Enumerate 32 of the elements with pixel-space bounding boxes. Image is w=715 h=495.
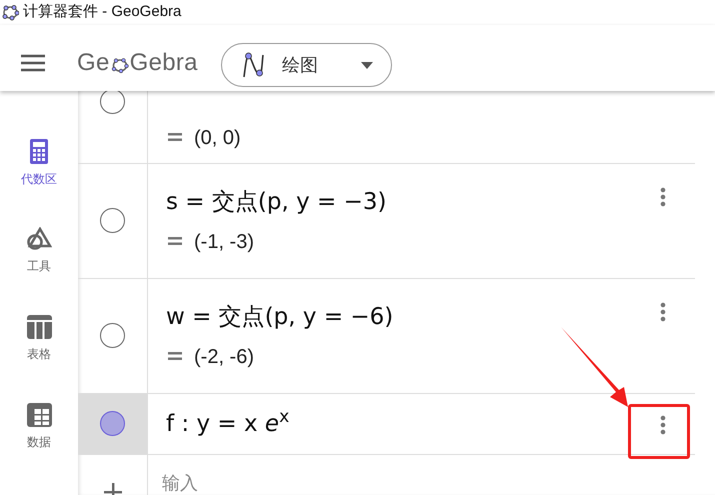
logo-icon — [110, 57, 129, 73]
more-vertical-icon — [660, 186, 666, 207]
value-text: (-1, -3) — [194, 230, 254, 256]
formula-text: f : y = x e$^{x}$ — [166, 406, 290, 439]
input-field[interactable]: 输入 — [160, 468, 360, 495]
sidebar-tab[interactable]: 代数区 — [0, 139, 78, 227]
formula-text: s = 交点(p, y = −3) — [166, 188, 388, 217]
grid-icon — [26, 403, 52, 427]
sidebar-tab[interactable]: 数据 — [0, 403, 78, 491]
equals-icon — [168, 351, 182, 362]
visibility-toggle[interactable] — [100, 208, 125, 234]
window-title: 计算器套件 - GeoGebra — [23, 2, 182, 22]
formula-text: w = 交点(p, y = −6) — [166, 302, 394, 332]
more-vertical-icon — [660, 302, 666, 322]
shapes-icon — [26, 227, 52, 251]
logo-text: Ge — [77, 48, 110, 78]
logo-text: Gebra — [130, 48, 198, 78]
equals-icon — [168, 132, 182, 142]
sidebar-tab[interactable]: 工具 — [0, 227, 78, 315]
value-text: (-2, -6) — [194, 345, 254, 370]
calculator-icon — [30, 139, 48, 164]
app-logo-icon — [2, 4, 19, 21]
equals-icon — [168, 236, 182, 246]
visibility-toggle[interactable] — [100, 323, 125, 348]
visibility-toggle[interactable] — [100, 89, 125, 114]
more-vertical-icon — [660, 414, 666, 435]
caret-icon — [360, 62, 373, 68]
table-icon — [26, 315, 52, 339]
value-text: (0, 0) — [194, 126, 241, 151]
visibility-toggle[interactable] — [100, 411, 125, 436]
sidebar-tab[interactable]: 表格 — [0, 315, 78, 403]
app-picker-dropdown[interactable]: 绘图 — [220, 43, 392, 87]
